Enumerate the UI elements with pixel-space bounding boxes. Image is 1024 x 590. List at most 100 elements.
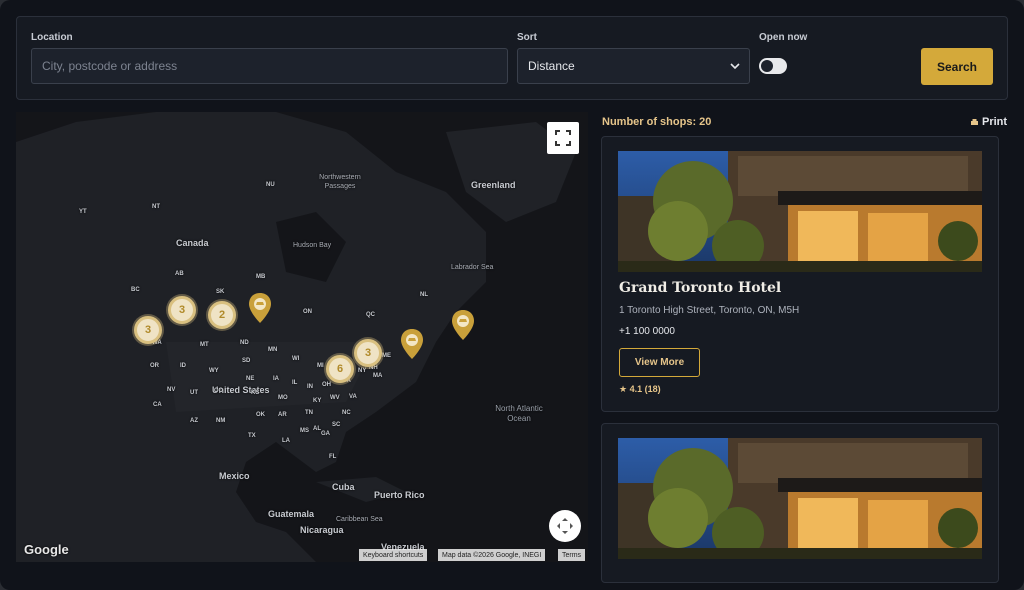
state-label: ND: [240, 340, 249, 346]
state-label: MI: [317, 363, 324, 369]
state-label: LA: [282, 438, 290, 444]
state-label: YT: [79, 209, 87, 215]
state-label: IN: [307, 384, 313, 390]
region-label: Mexico: [219, 471, 250, 481]
hotel-photo: [618, 438, 982, 559]
keyboard-shortcuts-link[interactable]: Keyboard shortcuts: [359, 549, 428, 561]
state-label: ME: [382, 353, 391, 359]
state-label: NY: [358, 368, 367, 374]
state-label: MO: [278, 395, 288, 401]
state-label: AR: [278, 412, 287, 418]
view-more-button[interactable]: View More: [619, 348, 700, 377]
state-label: WV: [330, 395, 340, 401]
region-label: Guatemala: [268, 509, 315, 519]
place-label: Northwestern Passages: [319, 174, 361, 190]
place-label: Hudson Bay: [293, 242, 332, 249]
open-now-label: Open now: [759, 32, 808, 43]
fullscreen-button[interactable]: [547, 122, 579, 154]
toggle-knob: [761, 60, 773, 72]
shop-card: Grand Toronto Hotel 1 Toronto High Stree…: [601, 136, 999, 412]
rating-text: 4.1 (18): [629, 384, 661, 394]
sort-select[interactable]: Distance: [517, 48, 750, 84]
state-label: TX: [248, 433, 256, 439]
state-label: KY: [313, 398, 322, 404]
state-label: NU: [266, 182, 275, 188]
map[interactable]: Greenland Canada United States Mexico Cu…: [16, 112, 588, 562]
terms-link[interactable]: Terms: [558, 549, 586, 561]
sort-value: Distance: [528, 59, 575, 73]
search-bar: Location City, postcode or address Sort …: [16, 16, 1008, 100]
state-label: MN: [268, 347, 278, 353]
print-label: Print: [982, 116, 1008, 128]
state-label: NT: [152, 204, 160, 210]
place-label: Caribbean Sea: [336, 516, 383, 523]
state-label: KS: [251, 390, 260, 396]
state-label: NV: [167, 387, 176, 393]
state-label: OK: [256, 412, 265, 418]
state-label: MS: [300, 428, 309, 434]
region-label: Cuba: [332, 482, 355, 492]
state-label: ID: [180, 363, 186, 369]
fullscreen-icon: [555, 130, 571, 146]
state-label: OH: [322, 382, 331, 388]
chevron-down-icon: [730, 63, 740, 70]
state-label: UT: [190, 390, 198, 396]
state-label: VA: [349, 394, 357, 400]
location-label: Location: [31, 32, 73, 43]
state-label: GA: [321, 431, 330, 437]
map-cluster-marker[interactable]: 3: [168, 296, 196, 324]
place-label: Labrador Sea: [451, 264, 494, 271]
shop-address: 1 Toronto High Street, Toronto, ON, M5H: [619, 305, 800, 316]
state-label: CO: [214, 388, 223, 394]
state-label: MA: [373, 373, 383, 379]
map-pin-icon[interactable]: [248, 292, 272, 324]
map-pin-icon[interactable]: [400, 328, 424, 360]
shop-name: Grand Toronto Hotel: [619, 280, 782, 296]
state-label: AZ: [190, 418, 198, 424]
shop-rating: ★ 4.1 (18): [619, 384, 661, 395]
map-cluster-marker[interactable]: 3: [354, 339, 382, 367]
move-arrows-icon: [557, 518, 573, 534]
state-label: AL: [313, 426, 321, 432]
app-frame: Location City, postcode or address Sort …: [0, 0, 1024, 590]
ocean-label: North Atlantic Ocean: [495, 404, 543, 423]
region-label: Puerto Rico: [374, 490, 425, 500]
state-label: TN: [305, 410, 313, 416]
state-label: IA: [273, 376, 279, 382]
map-cluster-marker[interactable]: 3: [134, 316, 162, 344]
state-label: MB: [256, 274, 266, 280]
map-cluster-marker[interactable]: 6: [326, 355, 354, 383]
map-cluster-marker[interactable]: 2: [208, 301, 236, 329]
recenter-button[interactable]: [549, 510, 581, 542]
shop-phone: +1 100 0000: [619, 326, 675, 337]
state-label: NE: [246, 376, 255, 382]
print-button[interactable]: Print: [970, 116, 1007, 128]
sort-label: Sort: [517, 32, 537, 43]
region-label: Nicaragua: [300, 525, 344, 535]
state-label: IL: [292, 380, 298, 386]
open-now-toggle[interactable]: [759, 58, 787, 74]
shop-count: Number of shops: 20: [602, 116, 712, 128]
state-label: ON: [303, 309, 312, 315]
state-label: NC: [342, 410, 351, 416]
state-label: NM: [216, 418, 226, 424]
map-data-attribution: Map data ©2026 Google, INEGI: [438, 549, 546, 561]
state-label: AB: [175, 271, 184, 277]
state-label: CA: [153, 402, 162, 408]
star-icon: ★: [619, 384, 628, 394]
search-button[interactable]: Search: [921, 48, 993, 85]
location-placeholder: City, postcode or address: [42, 59, 178, 73]
state-label: SK: [216, 289, 225, 295]
printer-icon: [971, 118, 978, 125]
state-label: SC: [332, 422, 341, 428]
state-label: NL: [420, 292, 428, 298]
state-label: QC: [366, 312, 375, 318]
map-pin-icon[interactable]: [451, 309, 475, 341]
state-label: FL: [329, 454, 337, 460]
region-label: Canada: [176, 238, 209, 248]
shop-card: [601, 423, 999, 583]
state-label: WY: [209, 368, 219, 374]
location-input[interactable]: City, postcode or address: [31, 48, 508, 84]
state-label: WI: [292, 356, 300, 362]
hotel-photo: [618, 151, 982, 272]
